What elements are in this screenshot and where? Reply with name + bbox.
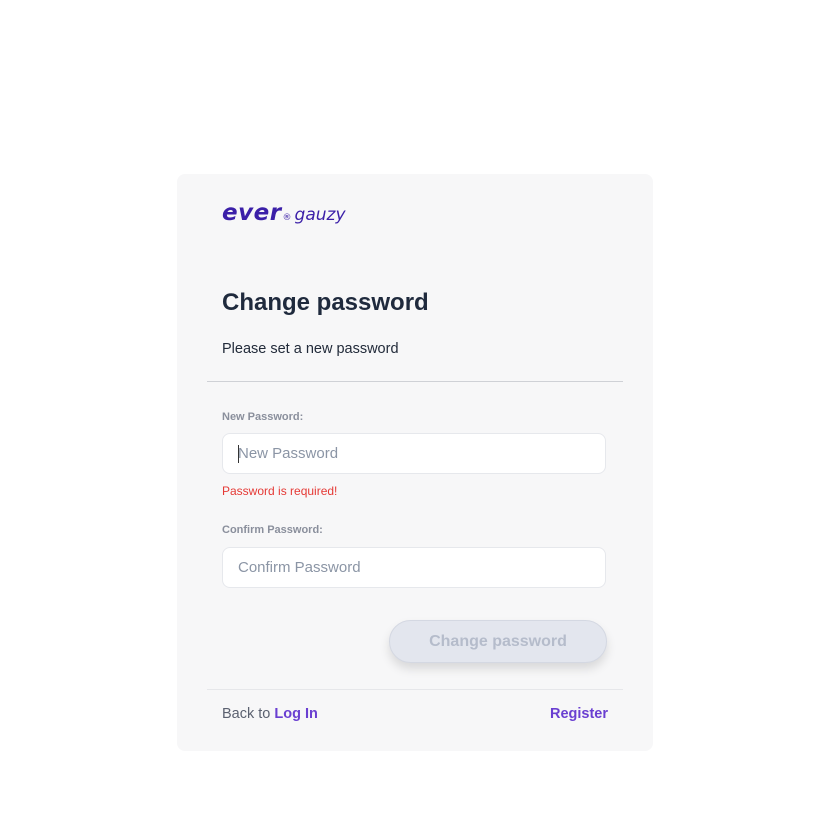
change-password-button[interactable]: Change password (389, 620, 607, 663)
text-caret (238, 445, 239, 463)
new-password-input[interactable] (222, 433, 606, 474)
confirm-password-label: Confirm Password: (222, 524, 323, 536)
back-prefix-text: Back to (222, 706, 271, 722)
change-password-card: ever ® gauzy Change password Please set … (177, 174, 653, 751)
logo-gauzy-text: gauzy (294, 205, 346, 225)
new-password-label: New Password: (222, 411, 304, 423)
confirm-password-input[interactable] (222, 547, 606, 588)
page-title: Change password (222, 289, 429, 316)
footer-divider (207, 689, 623, 690)
login-link[interactable]: Log In (274, 706, 318, 722)
new-password-error: Password is required! (222, 484, 338, 498)
ever-gauzy-logo: ever ® gauzy (222, 200, 346, 230)
logo-registered-mark: ® (282, 213, 292, 223)
back-to-login: Back to Log In (222, 706, 318, 722)
register-link[interactable]: Register (550, 706, 608, 722)
register-container: Register (550, 706, 608, 722)
header-divider (207, 381, 623, 382)
logo-ever-text: ever (222, 200, 282, 226)
page-subtitle: Please set a new password (222, 341, 399, 357)
